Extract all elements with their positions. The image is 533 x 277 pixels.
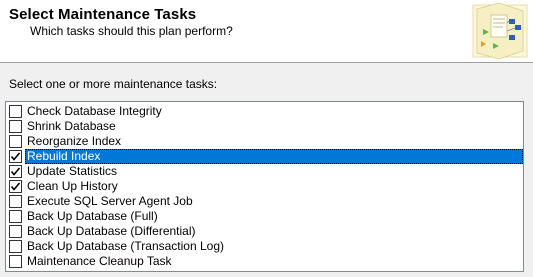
page-title: Select Maintenance Tasks xyxy=(9,6,197,23)
task-label[interactable]: Clean Up History xyxy=(25,179,523,194)
task-label[interactable]: Back Up Database (Full) xyxy=(25,209,523,224)
task-item[interactable]: Shrink Database xyxy=(6,119,523,134)
task-checkbox[interactable] xyxy=(9,225,22,238)
task-item[interactable]: Back Up Database (Full) xyxy=(6,209,523,224)
task-item[interactable]: Clean Up History xyxy=(6,179,523,194)
task-label[interactable]: Rebuild Index xyxy=(25,149,523,164)
task-checkbox[interactable] xyxy=(9,240,22,253)
task-label[interactable]: Shrink Database xyxy=(25,119,523,134)
task-label[interactable]: Back Up Database (Differential) xyxy=(25,224,523,239)
task-checkbox[interactable] xyxy=(9,120,22,133)
tasks-prompt-label: Select one or more maintenance tasks: xyxy=(9,77,218,91)
checkmark-icon xyxy=(10,152,21,161)
task-checkbox[interactable] xyxy=(9,210,22,223)
task-checkbox[interactable] xyxy=(9,180,22,193)
task-label[interactable]: Check Database Integrity xyxy=(25,104,523,119)
task-item[interactable]: Back Up Database (Transaction Log) xyxy=(6,239,523,254)
task-label[interactable]: Back Up Database (Transaction Log) xyxy=(25,239,523,254)
task-item[interactable]: Execute SQL Server Agent Job xyxy=(6,194,523,209)
task-checkbox[interactable] xyxy=(9,135,22,148)
maintenance-tasks-list[interactable]: Check Database Integrity Shrink Database R… xyxy=(5,101,524,272)
task-label[interactable]: Update Statistics xyxy=(25,164,523,179)
task-label[interactable]: Execute SQL Server Agent Job xyxy=(25,194,523,209)
task-item[interactable]: Check Database Integrity xyxy=(6,104,523,119)
wizard-flowchart-icon xyxy=(469,1,531,61)
task-checkbox[interactable] xyxy=(9,105,22,118)
checkmark-icon xyxy=(10,167,21,176)
task-checkbox[interactable] xyxy=(9,150,22,163)
task-item[interactable]: Rebuild Index xyxy=(6,149,523,164)
task-label[interactable]: Reorganize Index xyxy=(25,134,523,149)
task-item[interactable]: Update Statistics xyxy=(6,164,523,179)
task-checkbox[interactable] xyxy=(9,195,22,208)
task-label[interactable]: Maintenance Cleanup Task xyxy=(25,254,523,269)
task-item[interactable]: Reorganize Index xyxy=(6,134,523,149)
task-item[interactable]: Maintenance Cleanup Task xyxy=(6,254,523,269)
task-checkbox[interactable] xyxy=(9,255,22,268)
checkmark-icon xyxy=(10,182,21,191)
task-item[interactable]: Back Up Database (Differential) xyxy=(6,224,523,239)
page-subtitle: Which tasks should this plan perform? xyxy=(30,24,233,38)
task-checkbox[interactable] xyxy=(9,165,22,178)
wizard-header: Select Maintenance Tasks Which tasks sho… xyxy=(0,0,533,63)
